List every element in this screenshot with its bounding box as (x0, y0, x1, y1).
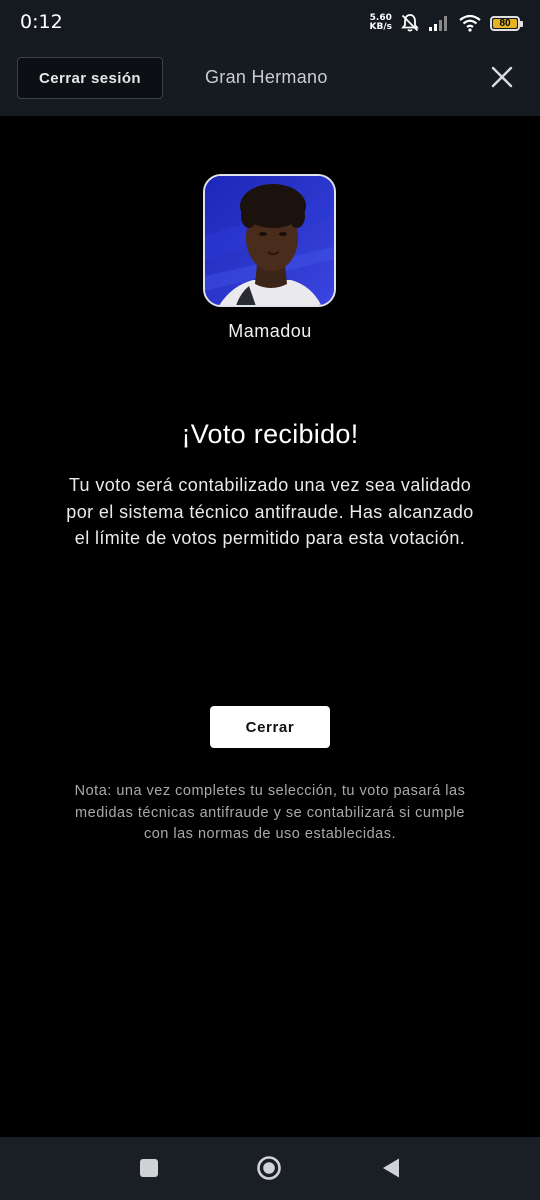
circle-icon[interactable] (256, 1155, 282, 1181)
antifraud-note: Nota: una vez completes tu selección, tu… (74, 783, 466, 842)
mute-notifications-icon (401, 14, 419, 32)
candidate-photo (205, 176, 334, 305)
system-nav-bar (0, 1137, 540, 1200)
square-icon[interactable] (136, 1155, 162, 1181)
triangle-back-icon[interactable] (378, 1155, 404, 1181)
network-speed-unit: KB/s (369, 22, 392, 32)
candidate-avatar (203, 174, 336, 307)
battery-icon: 80 (490, 15, 523, 31)
close-button[interactable]: Cerrar (210, 706, 330, 748)
logout-button[interactable]: Cerrar sesión (17, 57, 163, 99)
screen: 0:12 5.60 KB/s 80 Cerrar sesión Gran Her… (0, 0, 540, 1200)
signal-icon (429, 16, 447, 31)
candidate-name: Mamadou (228, 321, 312, 341)
network-speed: 5.60 KB/s (370, 14, 392, 32)
close-icon[interactable] (490, 65, 514, 89)
page-title: Gran Hermano (205, 67, 328, 87)
app-header: Cerrar sesión Gran Hermano (0, 46, 540, 116)
status-bar: 0:12 5.60 KB/s 80 (0, 0, 540, 46)
vote-message: Tu voto será contabilizado una vez sea v… (66, 475, 474, 548)
status-time: 0:12 (20, 11, 63, 33)
battery-level: 80 (493, 18, 517, 29)
status-icons: 5.60 KB/s 80 (370, 12, 523, 34)
vote-received-title: ¡Voto recibido! (181, 419, 359, 449)
wifi-icon (459, 14, 481, 32)
